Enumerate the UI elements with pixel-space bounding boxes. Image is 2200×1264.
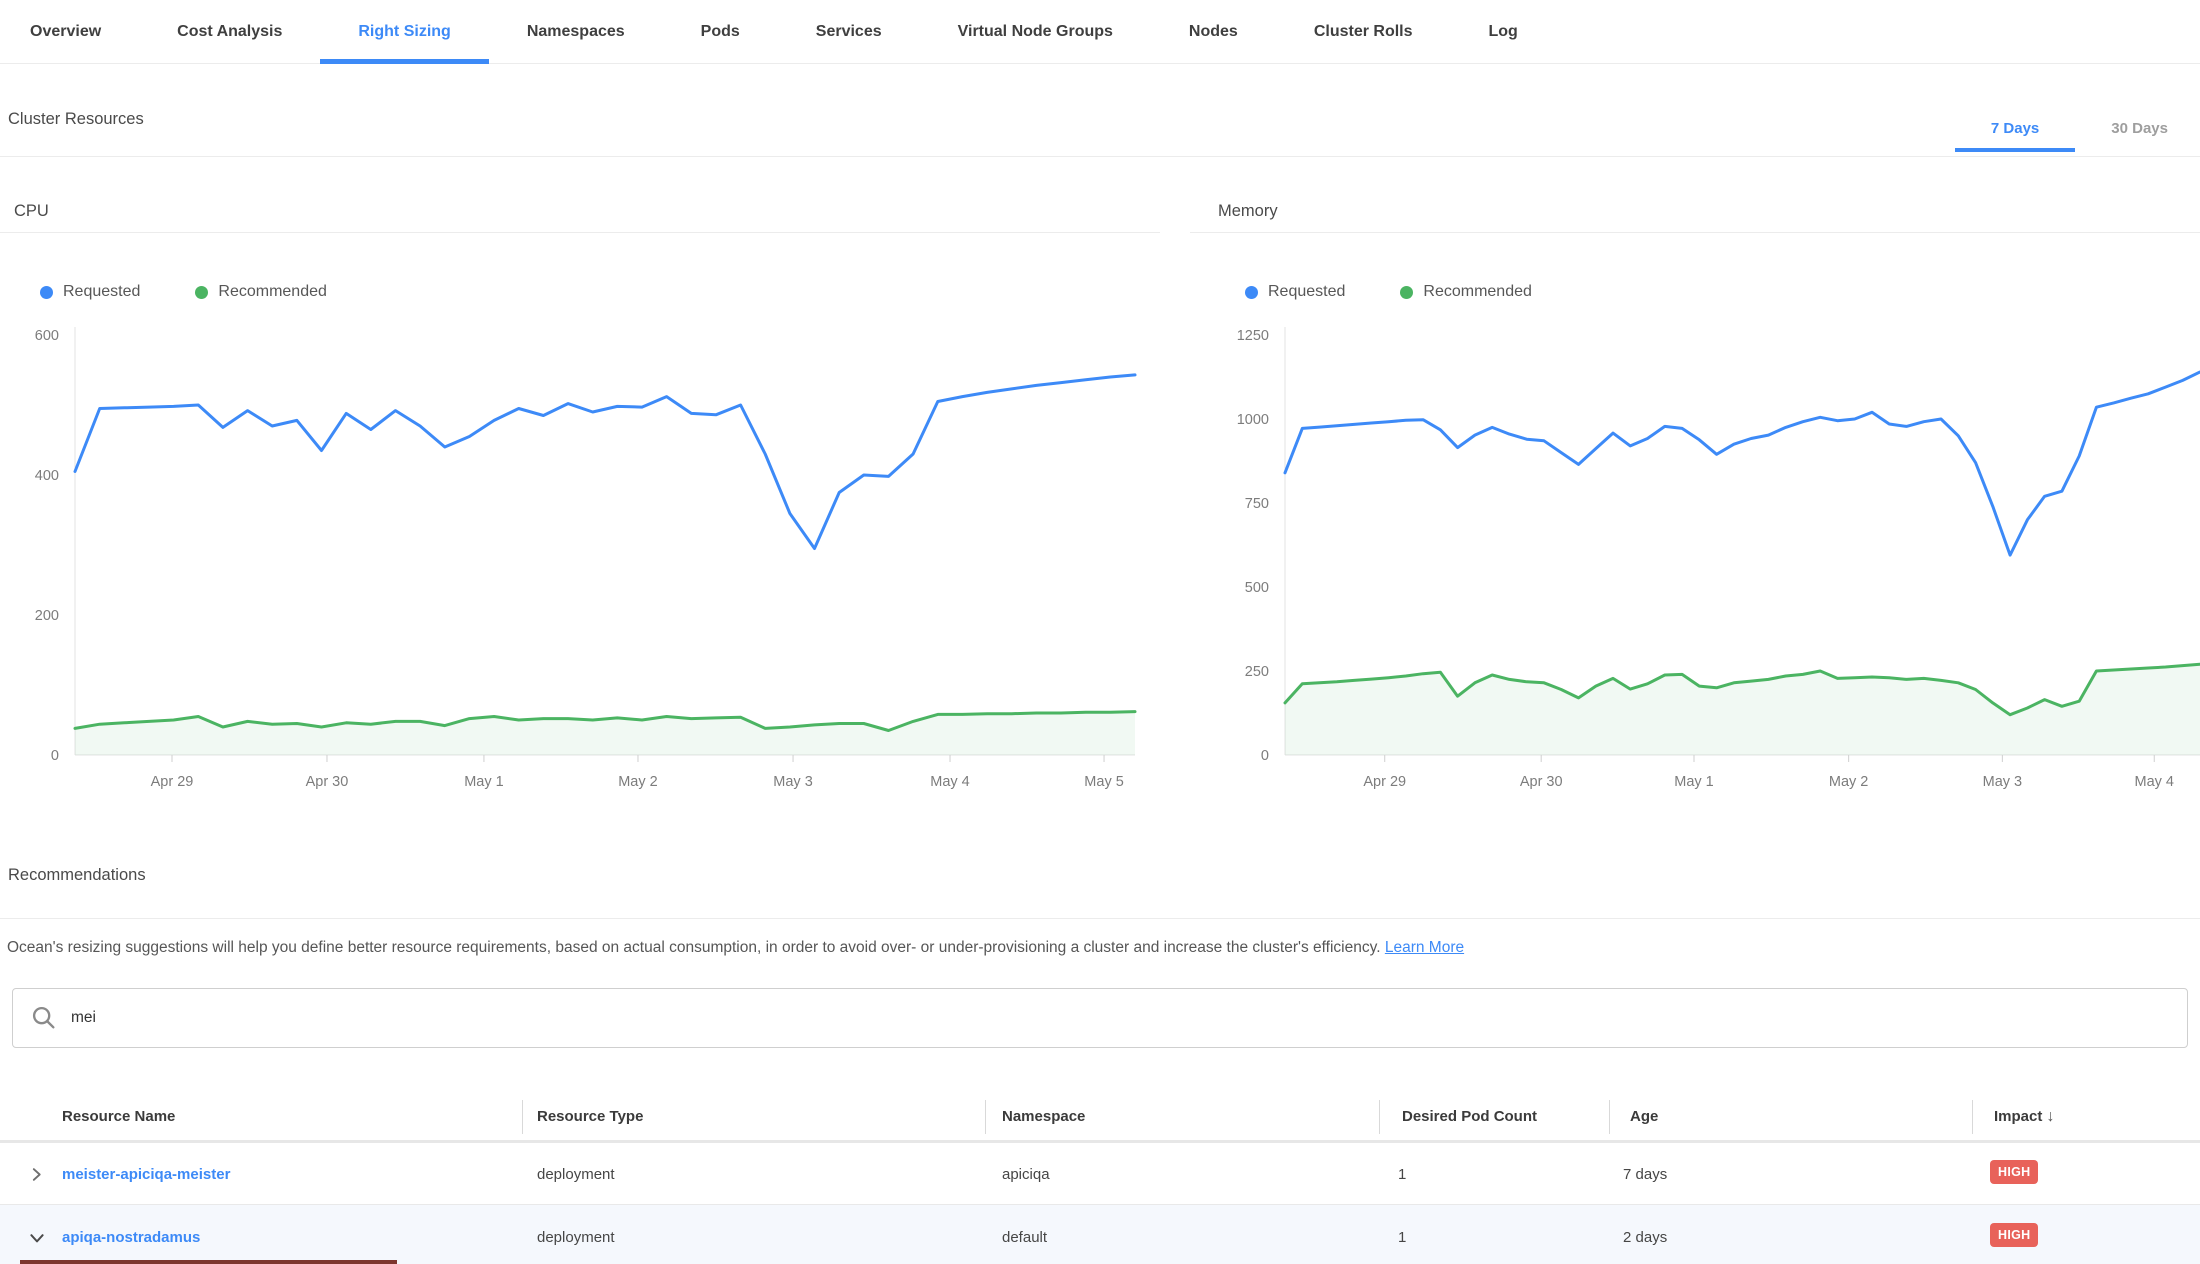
svg-text:May 3: May 3 bbox=[1983, 774, 2023, 790]
svg-text:May 4: May 4 bbox=[2135, 774, 2175, 790]
age-cell: 2 days bbox=[1623, 1229, 1667, 1246]
tab-nodes[interactable]: Nodes bbox=[1151, 0, 1276, 63]
tab-overview[interactable]: Overview bbox=[0, 0, 139, 63]
memory-title-divider bbox=[1190, 232, 2200, 233]
column-divider bbox=[1379, 1100, 1380, 1134]
namespace-cell: apiciqa bbox=[1002, 1166, 1050, 1183]
svg-text:May 2: May 2 bbox=[618, 774, 658, 790]
svg-text:750: 750 bbox=[1245, 496, 1269, 512]
section-divider bbox=[0, 156, 2200, 157]
svg-text:200: 200 bbox=[35, 608, 59, 624]
period-toggle: 7 Days 30 Days bbox=[1955, 104, 2188, 152]
resource-name-link[interactable]: meister-apiciqa-meister bbox=[62, 1166, 230, 1183]
namespace-cell: default bbox=[1002, 1229, 1047, 1246]
svg-text:May 4: May 4 bbox=[930, 774, 970, 790]
sort-desc-icon[interactable]: ↓ bbox=[2047, 1108, 2055, 1125]
svg-text:May 1: May 1 bbox=[464, 774, 504, 790]
tab-bar: Overview Cost Analysis Right Sizing Name… bbox=[0, 0, 2200, 64]
recommendations-description: Ocean's resizing suggestions will help y… bbox=[7, 936, 2187, 960]
recommendations-title: Recommendations bbox=[8, 866, 146, 885]
desired-pod-count-cell: 1 bbox=[1398, 1229, 1406, 1246]
search-box bbox=[12, 988, 2188, 1048]
svg-text:May 2: May 2 bbox=[1829, 774, 1869, 790]
svg-text:400: 400 bbox=[35, 468, 59, 484]
recommendations-divider bbox=[0, 918, 2200, 919]
tab-log[interactable]: Log bbox=[1451, 0, 1556, 63]
svg-text:600: 600 bbox=[35, 328, 59, 344]
column-header-resource-type[interactable]: Resource Type bbox=[537, 1108, 643, 1125]
tab-right-sizing[interactable]: Right Sizing bbox=[320, 0, 488, 63]
expanded-row-accent bbox=[20, 1260, 397, 1264]
requested-dot-icon bbox=[1245, 286, 1258, 299]
memory-legend: Requested Recommended bbox=[1245, 283, 1532, 301]
memory-legend-recommended: Recommended bbox=[1400, 283, 1532, 301]
cpu-title-divider bbox=[0, 232, 1160, 233]
memory-legend-requested: Requested bbox=[1245, 283, 1345, 301]
tab-cost-analysis[interactable]: Cost Analysis bbox=[139, 0, 320, 63]
recommended-dot-icon bbox=[195, 286, 208, 299]
svg-text:500: 500 bbox=[1245, 580, 1269, 596]
tab-pods[interactable]: Pods bbox=[663, 0, 778, 63]
learn-more-link[interactable]: Learn More bbox=[1385, 939, 1464, 956]
impact-high-badge: HIGH bbox=[1990, 1223, 2038, 1247]
svg-text:1250: 1250 bbox=[1237, 328, 1269, 344]
column-divider bbox=[1609, 1100, 1610, 1134]
svg-text:0: 0 bbox=[51, 748, 59, 764]
svg-text:250: 250 bbox=[1245, 664, 1269, 680]
cpu-chart: 0 200 400 600 Apr 29 Apr 30 May 1 May 2 May 3 May… bbox=[0, 325, 1165, 800]
cpu-chart-title: CPU bbox=[14, 202, 49, 221]
requested-dot-icon bbox=[40, 286, 53, 299]
cpu-legend: Requested Recommended bbox=[40, 283, 327, 301]
table-row[interactable]: meister-apiciqa-meister deployment apici… bbox=[0, 1143, 2200, 1204]
column-header-resource-name[interactable]: Resource Name bbox=[62, 1108, 175, 1125]
svg-text:Apr 30: Apr 30 bbox=[1520, 774, 1563, 790]
search-input[interactable] bbox=[69, 1008, 2187, 1028]
column-divider bbox=[522, 1100, 523, 1134]
age-cell: 7 days bbox=[1623, 1166, 1667, 1183]
memory-chart-title: Memory bbox=[1218, 202, 1278, 221]
resource-type-cell: deployment bbox=[537, 1229, 615, 1246]
recommended-dot-icon bbox=[1400, 286, 1413, 299]
right-sizing-page: Overview Cost Analysis Right Sizing Name… bbox=[0, 0, 2200, 1264]
svg-text:May 5: May 5 bbox=[1084, 774, 1124, 790]
period-30-days[interactable]: 30 Days bbox=[2091, 104, 2188, 152]
search-icon bbox=[31, 1005, 57, 1031]
column-header-age[interactable]: Age bbox=[1630, 1108, 1658, 1125]
resource-type-cell: deployment bbox=[537, 1166, 615, 1183]
column-divider bbox=[1972, 1100, 1973, 1134]
column-header-namespace[interactable]: Namespace bbox=[1002, 1108, 1085, 1125]
chevron-down-icon[interactable] bbox=[28, 1229, 46, 1247]
resource-name-link[interactable]: apiqa-nostradamus bbox=[62, 1229, 200, 1246]
tab-services[interactable]: Services bbox=[778, 0, 920, 63]
svg-text:Apr 29: Apr 29 bbox=[151, 774, 194, 790]
svg-text:Apr 30: Apr 30 bbox=[306, 774, 349, 790]
svg-text:1000: 1000 bbox=[1237, 412, 1269, 428]
tab-cluster-rolls[interactable]: Cluster Rolls bbox=[1276, 0, 1451, 63]
chevron-right-icon[interactable] bbox=[28, 1166, 45, 1183]
column-header-impact[interactable]: Impact ↓ bbox=[1994, 1108, 2055, 1126]
svg-text:Apr 29: Apr 29 bbox=[1363, 774, 1406, 790]
tab-virtual-node-groups[interactable]: Virtual Node Groups bbox=[920, 0, 1151, 63]
svg-text:May 1: May 1 bbox=[1674, 774, 1714, 790]
svg-text:May 3: May 3 bbox=[773, 774, 813, 790]
svg-text:0: 0 bbox=[1261, 748, 1269, 764]
column-divider bbox=[985, 1100, 986, 1134]
desired-pod-count-cell: 1 bbox=[1398, 1166, 1406, 1183]
period-7-days[interactable]: 7 Days bbox=[1955, 104, 2075, 152]
table-header: Resource Name Resource Type Namespace De… bbox=[0, 1096, 2200, 1140]
cpu-legend-requested: Requested bbox=[40, 283, 140, 301]
cpu-legend-recommended: Recommended bbox=[195, 283, 327, 301]
impact-high-badge: HIGH bbox=[1990, 1160, 2038, 1184]
memory-chart: 0 250 500 750 1000 1250 Apr 29 Apr 30 May 1 May 2… bbox=[1218, 325, 2200, 800]
cluster-resources-title: Cluster Resources bbox=[8, 110, 144, 129]
table-row[interactable]: apiqa-nostradamus deployment default 1 2… bbox=[0, 1205, 2200, 1264]
tab-namespaces[interactable]: Namespaces bbox=[489, 0, 663, 63]
column-header-desired-pod-count[interactable]: Desired Pod Count bbox=[1402, 1108, 1537, 1125]
